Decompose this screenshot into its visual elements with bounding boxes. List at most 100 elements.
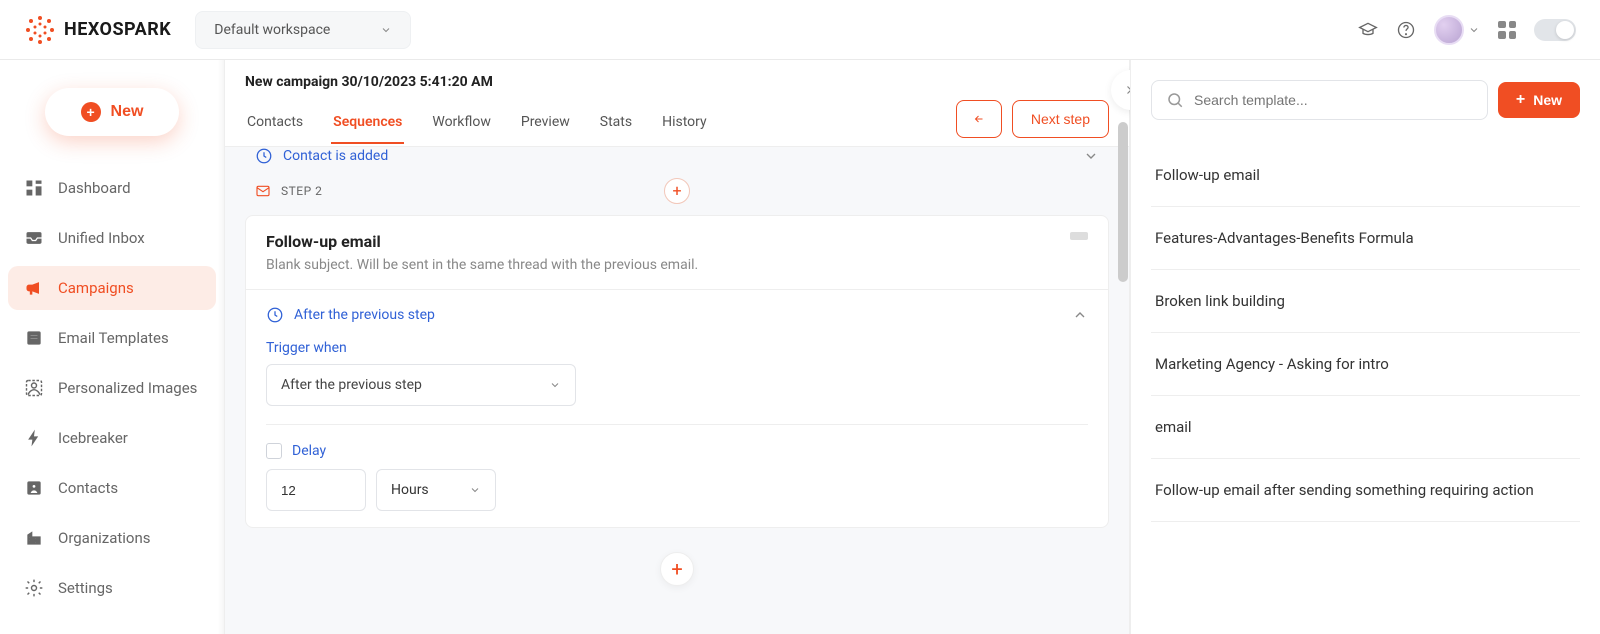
template-item[interactable]: email: [1151, 396, 1580, 459]
trigger-section-title: After the previous step: [294, 307, 435, 323]
template-item[interactable]: Marketing Agency - Asking for intro: [1151, 333, 1580, 396]
plus-circle-icon: +: [81, 102, 101, 122]
template-search[interactable]: [1151, 80, 1488, 120]
dashboard-icon: [24, 178, 44, 198]
template-item[interactable]: Follow-up email after sending something …: [1151, 459, 1580, 522]
org-icon: [24, 528, 44, 548]
template-search-input[interactable]: [1194, 92, 1473, 108]
sidebar-item-organizations[interactable]: Organizations: [8, 516, 216, 560]
chevron-up-icon: [1072, 307, 1088, 323]
card-header: Follow-up email Blank subject. Will be s…: [246, 216, 1108, 289]
trigger-when-select[interactable]: After the previous step: [266, 364, 576, 406]
workspace-selector[interactable]: Default workspace: [195, 11, 411, 49]
chevron-down-icon[interactable]: [1083, 148, 1099, 164]
campaign-tabs: Contacts Sequences Workflow Preview Stat…: [225, 100, 1129, 147]
gear-icon: [24, 578, 44, 598]
logo[interactable]: HEXOSPARK: [24, 14, 171, 46]
panel-body: Contact is added STEP 2 + Follow-up emai…: [225, 147, 1129, 634]
step-card-subtitle: Blank subject. Will be sent in the same …: [266, 257, 698, 273]
trigger-when-value: After the previous step: [281, 377, 422, 393]
step-label-row: STEP 2 +: [245, 173, 1109, 209]
sidebar-item-inbox[interactable]: Unified Inbox: [8, 216, 216, 260]
sidebar-item-personalized-images[interactable]: Personalized Images: [8, 366, 216, 410]
step-card-title: Follow-up email: [266, 232, 698, 251]
campaign-title: New campaign 30/10/2023 5:41:20 AM: [245, 74, 1109, 90]
delay-inputs: Hours: [266, 469, 1088, 511]
sidebar-item-label: Contacts: [58, 479, 118, 497]
trigger-section: After the previous step Trigger when Aft…: [246, 289, 1108, 527]
topbar: HEXOSPARK Default workspace: [0, 0, 1600, 60]
prev-trigger-row[interactable]: Contact is added: [245, 147, 1109, 173]
sidebar-item-dashboard[interactable]: Dashboard: [8, 166, 216, 210]
sidebar-item-settings[interactable]: Settings: [8, 566, 216, 610]
center-column: New campaign 30/10/2023 5:41:20 AM Conta…: [225, 60, 1130, 634]
inbox-icon: [24, 228, 44, 248]
clock-icon: [266, 306, 284, 324]
logo-mark-icon: [24, 14, 56, 46]
delay-label: Delay: [292, 443, 326, 459]
tab-actions: Next step: [956, 100, 1109, 146]
sidebar-item-icebreaker[interactable]: Icebreaker: [8, 416, 216, 460]
tab-sequences[interactable]: Sequences: [331, 102, 404, 144]
new-template-button[interactable]: + New: [1498, 82, 1580, 118]
chevron-down-icon: [469, 484, 481, 496]
trigger-section-header[interactable]: After the previous step: [266, 306, 1088, 324]
sidebar-item-contacts[interactable]: Contacts: [8, 466, 216, 510]
new-button-label: New: [111, 103, 144, 121]
workspace-selected: Default workspace: [214, 22, 330, 38]
new-template-label: New: [1533, 92, 1562, 108]
tab-preview[interactable]: Preview: [519, 102, 572, 144]
chevron-down-icon: [549, 379, 561, 391]
insert-step-button[interactable]: +: [664, 178, 690, 204]
prev-step-button[interactable]: [956, 100, 1002, 138]
sidebar-item-label: Settings: [58, 579, 113, 597]
sidebar-item-label: Unified Inbox: [58, 229, 145, 247]
avatar: [1434, 15, 1464, 45]
mail-icon: [255, 183, 271, 199]
arrow-left-icon: [971, 113, 987, 125]
delay-unit-value: Hours: [391, 482, 429, 498]
account-menu[interactable]: [1434, 15, 1480, 45]
graduation-cap-icon[interactable]: [1358, 20, 1378, 40]
image-icon: [24, 378, 44, 398]
step-card: Follow-up email Blank subject. Will be s…: [245, 215, 1109, 528]
apps-grid-icon[interactable]: [1498, 21, 1516, 39]
tab-stats[interactable]: Stats: [598, 102, 634, 144]
sidebar-item-label: Dashboard: [58, 179, 131, 197]
template-item[interactable]: Broken link building: [1151, 270, 1580, 333]
chevron-down-icon: [1468, 24, 1480, 36]
delay-value-input[interactable]: [266, 469, 366, 511]
delay-unit-select[interactable]: Hours: [376, 469, 496, 511]
close-icon: [1124, 83, 1130, 97]
collapse-card-button[interactable]: [1070, 232, 1088, 240]
delay-checkbox[interactable]: [266, 443, 282, 459]
help-icon[interactable]: [1396, 20, 1416, 40]
tab-workflow[interactable]: Workflow: [430, 102, 493, 144]
tab-history[interactable]: History: [660, 102, 709, 144]
next-step-button[interactable]: Next step: [1012, 100, 1109, 138]
theme-toggle[interactable]: [1534, 19, 1576, 41]
campaign-panel: New campaign 30/10/2023 5:41:20 AM Conta…: [225, 60, 1130, 634]
brand-name: HEXOSPARK: [64, 19, 171, 40]
sidebar: + New Dashboard Unified Inbox Campaigns …: [0, 60, 225, 634]
prev-trigger-label: Contact is added: [283, 148, 388, 164]
chevron-down-icon: [380, 24, 392, 36]
sidebar-item-label: Personalized Images: [58, 379, 197, 397]
scrollbar[interactable]: [1118, 122, 1128, 626]
panel-header: New campaign 30/10/2023 5:41:20 AM: [225, 60, 1129, 100]
add-step-button[interactable]: +: [660, 552, 694, 586]
plus-icon: +: [1516, 92, 1525, 108]
topbar-right: [1358, 15, 1576, 45]
sidebar-item-email-templates[interactable]: Email Templates: [8, 316, 216, 360]
new-button[interactable]: + New: [45, 88, 180, 136]
sidebar-item-label: Organizations: [58, 529, 151, 547]
step-number-label: STEP 2: [281, 184, 322, 198]
sidebar-item-campaigns[interactable]: Campaigns: [8, 266, 216, 310]
template-item[interactable]: Follow-up email: [1151, 144, 1580, 207]
tab-contacts[interactable]: Contacts: [245, 102, 305, 144]
bolt-icon: [24, 428, 44, 448]
template-icon: [24, 328, 44, 348]
main: + New Dashboard Unified Inbox Campaigns …: [0, 60, 1600, 634]
templates-panel: + New Follow-up email Features-Advantage…: [1130, 60, 1600, 634]
template-item[interactable]: Features-Advantages-Benefits Formula: [1151, 207, 1580, 270]
